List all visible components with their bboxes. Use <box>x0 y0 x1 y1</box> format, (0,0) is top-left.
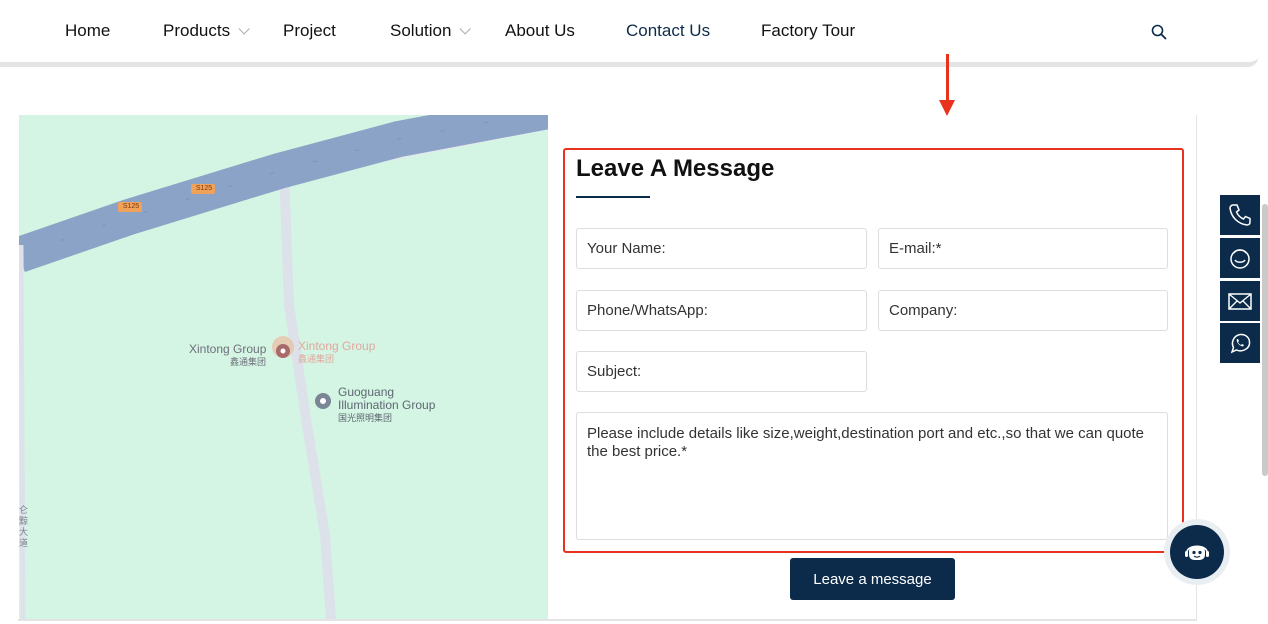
nav-products-label: Products <box>163 21 231 40</box>
nav-contact-us-label: Contact Us <box>626 21 711 40</box>
phone-icon <box>1229 204 1251 226</box>
title-underline <box>576 196 650 198</box>
place-label-faded-sub: 鑫通集团 <box>298 354 335 364</box>
map-canvas <box>19 115 548 619</box>
nav-factory-tour-label: Factory Tour <box>761 21 856 40</box>
phone-field-placeholder: Phone/WhatsApp: <box>587 302 708 319</box>
chat-bot-button[interactable] <box>1164 519 1230 585</box>
leave-message-button-label: Leave a message <box>813 570 932 588</box>
map-view[interactable]: S125 S125 Xintong Group 鑫通集团 Xintong Gro… <box>19 115 548 619</box>
subject-field[interactable]: Subject: <box>576 351 867 392</box>
place-label: Illumination Group <box>338 398 436 412</box>
road-label: 仑黥大道 <box>19 505 29 548</box>
annotation-arrow-head <box>939 100 955 116</box>
annotation-arrow <box>946 54 949 102</box>
subject-field-placeholder: Subject: <box>587 363 642 380</box>
nav-project-label: Project <box>283 21 336 40</box>
skype-icon <box>1230 249 1250 269</box>
nav-home[interactable]: Home <box>65 21 110 41</box>
whatsapp-button[interactable] <box>1220 323 1260 363</box>
phone-button[interactable] <box>1220 195 1260 235</box>
chat-bot-inner <box>1170 525 1224 579</box>
place-label-sub: 鑫通集团 <box>230 357 267 367</box>
map-pin-dot <box>320 398 326 404</box>
site-header: Home Products Project Solution About Us … <box>0 0 1258 67</box>
nav-factory-tour[interactable]: Factory Tour <box>761 21 855 41</box>
place-label: Guoguang <box>338 385 395 399</box>
map-road <box>19 244 26 619</box>
message-textarea[interactable]: Please include details like size,weight,… <box>576 412 1168 540</box>
place-label: Xintong Group <box>189 342 267 356</box>
email-field[interactable]: E-mail:* <box>878 228 1168 269</box>
nav-home-label: Home <box>65 21 111 40</box>
form-title: Leave A Message <box>576 155 775 182</box>
map-pin-dot <box>280 348 286 354</box>
email-button[interactable] <box>1220 281 1260 321</box>
name-field-placeholder: Your Name: <box>587 240 666 257</box>
skype-button[interactable] <box>1220 238 1260 278</box>
phone-field[interactable]: Phone/WhatsApp: <box>576 290 867 331</box>
nav-about-us-label: About Us <box>505 21 575 40</box>
nav-project[interactable]: Project <box>283 21 336 41</box>
page-scrollbar[interactable] <box>1262 204 1268 476</box>
whatsapp-icon <box>1230 333 1251 354</box>
place-label-sub: 国光照明集团 <box>338 413 393 423</box>
name-field[interactable]: Your Name: <box>576 228 867 269</box>
email-icon <box>1228 293 1252 310</box>
nav-solution-label: Solution <box>390 21 452 40</box>
company-field-placeholder: Company: <box>889 302 958 319</box>
email-field-placeholder: E-mail:* <box>889 240 942 257</box>
message-placeholder: Please include details like size,weight,… <box>587 425 1145 460</box>
nav-about-us[interactable]: About Us <box>505 21 575 41</box>
search-icon[interactable] <box>1151 24 1167 40</box>
nav-contact-us[interactable]: Contact Us <box>626 21 710 41</box>
chevron-down-icon <box>238 23 250 35</box>
road-shield-label: S125 <box>195 185 213 192</box>
nav-solution[interactable]: Solution <box>390 21 472 41</box>
road-shield-label: S125 <box>122 203 140 210</box>
leave-message-button[interactable]: Leave a message <box>790 558 955 600</box>
robot-icon <box>1185 545 1209 560</box>
chevron-down-icon <box>459 23 472 35</box>
company-field[interactable]: Company: <box>878 290 1168 331</box>
nav-products[interactable]: Products <box>163 21 250 41</box>
place-label-faded: Xintong Group <box>298 339 376 353</box>
